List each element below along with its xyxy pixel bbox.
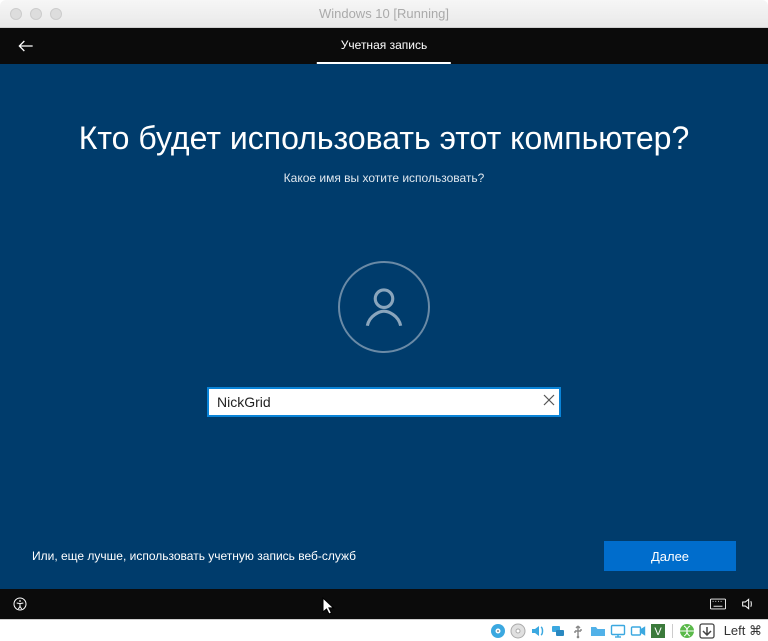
guest-additions-icon[interactable] (678, 622, 696, 640)
usb-icon[interactable] (569, 622, 587, 640)
mac-titlebar: Windows 10 [Running] (0, 0, 768, 28)
audio-icon[interactable] (529, 622, 547, 640)
setup-main: Кто будет использовать этот компьютер? К… (0, 64, 768, 589)
use-online-account-link[interactable]: Или, еще лучше, использовать учетную зап… (32, 549, 356, 563)
avatar-placeholder (338, 261, 430, 353)
window-title: Windows 10 [Running] (0, 6, 768, 21)
svg-text:V: V (654, 626, 662, 638)
separator (672, 624, 673, 638)
username-input[interactable] (207, 387, 561, 417)
person-icon (359, 282, 409, 332)
next-button[interactable]: Далее (604, 541, 736, 571)
accessibility-icon[interactable] (12, 596, 28, 612)
keyboard-layout-icon[interactable] (710, 596, 726, 612)
close-window-button[interactable] (10, 8, 22, 20)
setup-header: Учетная запись (0, 28, 768, 64)
optical-disk-icon[interactable] (509, 622, 527, 640)
close-icon (543, 394, 555, 406)
host-key-indicator: Left ⌘ (721, 623, 762, 639)
page-title: Кто будет использовать этот компьютер? (79, 120, 690, 157)
tab-account[interactable]: Учетная запись (317, 28, 451, 64)
clear-input-button[interactable] (543, 393, 555, 411)
mouse-integration-icon[interactable] (698, 622, 716, 640)
network-icon[interactable] (549, 622, 567, 640)
back-button[interactable] (12, 32, 40, 60)
page-subtitle: Какое имя вы хотите использовать? (284, 171, 485, 185)
host-key-label: Left ⌘ (724, 623, 762, 639)
setup-footer (0, 589, 768, 619)
recording-icon[interactable] (629, 622, 647, 640)
shared-folder-icon[interactable] (589, 622, 607, 640)
display-icon[interactable] (609, 622, 627, 640)
hard-disk-icon[interactable] (489, 622, 507, 640)
zoom-window-button[interactable] (50, 8, 62, 20)
name-input-container (207, 387, 561, 417)
bottom-row: Или, еще лучше, использовать учетную зап… (0, 541, 768, 571)
vm-display: Учетная запись Кто будет использовать эт… (0, 28, 768, 619)
virtualization-icon[interactable]: V (649, 622, 667, 640)
volume-icon[interactable] (740, 596, 756, 612)
virtualbox-statusbar: V Left ⌘ (0, 619, 768, 641)
minimize-window-button[interactable] (30, 8, 42, 20)
